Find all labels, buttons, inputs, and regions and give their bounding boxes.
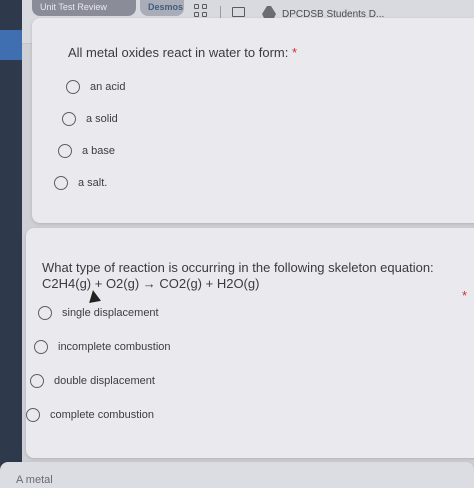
option-incomplete-combustion[interactable]: incomplete combustion [34, 340, 171, 354]
option-an-acid[interactable]: an acid [66, 80, 125, 94]
question-2-equation: C2H4(g) + O2(g) → CO2(g) + H2O(g) [42, 276, 260, 291]
radio-button[interactable] [26, 408, 40, 422]
radio-button[interactable] [58, 144, 72, 158]
required-marker: * [291, 45, 298, 60]
option-label: complete combustion [50, 409, 154, 421]
bookmark-separator [220, 6, 221, 18]
required-marker: * [462, 288, 468, 303]
bookmark-desmos[interactable]: Desmos [140, 0, 184, 16]
apps-grid-icon[interactable] [194, 4, 208, 18]
radio-button[interactable] [30, 374, 44, 388]
bookmark-label: Unit Test Review [40, 2, 107, 12]
folder-icon[interactable] [232, 7, 245, 17]
option-label: an acid [90, 81, 126, 93]
option-complete-combustion[interactable]: complete combustion [26, 408, 154, 422]
option-label: single displacement [62, 307, 159, 319]
option-label: a salt. [78, 177, 108, 189]
question-card-3: A metal [0, 462, 474, 488]
option-single-displacement[interactable]: single displacement [38, 306, 159, 320]
bookmark-label: Desmos [148, 2, 184, 12]
question-card-1: All metal oxides react in water to form:… [32, 18, 474, 223]
accent-strip [0, 30, 22, 60]
option-label: a base [82, 145, 116, 157]
question-2-title: What type of reaction is occurring in th… [42, 260, 434, 275]
option-a-salt[interactable]: a salt. [54, 176, 107, 190]
option-a-solid[interactable]: a solid [62, 112, 118, 126]
question-1-title: All metal oxides react in water to form:… [68, 45, 297, 60]
option-label: incomplete combustion [58, 341, 171, 353]
radio-button[interactable] [54, 176, 68, 190]
question-1-text: All metal oxides react in water to form: [68, 45, 289, 60]
radio-button[interactable] [38, 306, 52, 320]
option-double-displacement[interactable]: double displacement [30, 374, 155, 388]
question-3-partial-text: A metal [16, 474, 53, 486]
radio-button[interactable] [62, 112, 76, 126]
radio-button[interactable] [34, 340, 48, 354]
option-label: a solid [86, 113, 118, 125]
option-a-base[interactable]: a base [58, 144, 115, 158]
drive-icon[interactable] [262, 6, 276, 18]
question-card-2: What type of reaction is occurring in th… [26, 228, 474, 458]
mouse-cursor-icon [87, 289, 101, 303]
option-label: double displacement [54, 375, 155, 387]
radio-button[interactable] [66, 80, 80, 94]
bookmark-unit-test-review[interactable]: Unit Test Review [32, 0, 136, 16]
left-edge-strip [0, 0, 22, 488]
